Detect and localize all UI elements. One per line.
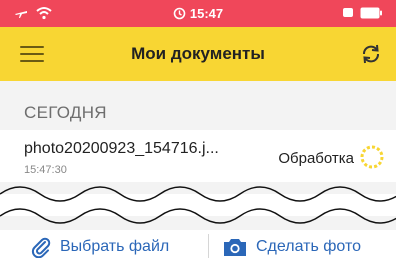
alarm-clock-icon xyxy=(173,7,186,20)
document-name: photo20200923_154716.j... xyxy=(24,140,219,157)
take-photo-button[interactable]: Сделать фото xyxy=(222,236,361,258)
pick-file-button[interactable]: Выбрать файл xyxy=(30,236,169,258)
bottom-toolbar: Выбрать файл Сделать фото xyxy=(0,230,396,261)
status-right xyxy=(342,6,382,19)
paperclip-icon xyxy=(31,237,51,258)
app-header: Мои документы xyxy=(0,27,396,81)
pick-file-label: Выбрать файл xyxy=(60,238,170,255)
sync-icon xyxy=(363,44,379,64)
list-item[interactable]: photo20200923_154716.j... 15:47:30 Обраб… xyxy=(0,130,396,182)
take-photo-label: Сделать фото xyxy=(256,238,362,255)
camera-icon xyxy=(224,239,246,256)
section-header-today: СЕГОДНЯ xyxy=(24,103,107,122)
notification-icon xyxy=(343,8,353,17)
page-title: Мои документы xyxy=(131,44,265,63)
toolbar-divider xyxy=(208,234,209,258)
loading-spinner-icon xyxy=(360,145,384,169)
status-bar: 15:47 xyxy=(0,0,396,27)
document-status: Обработка xyxy=(278,150,354,167)
sync-button[interactable] xyxy=(358,41,384,67)
wavy-line-top xyxy=(0,186,396,224)
wavy-divider xyxy=(0,182,396,232)
status-time: 15:47 xyxy=(189,6,224,21)
screen: 15:47 Мои документы СЕГОДНЯ photo2020092… xyxy=(0,0,396,261)
document-time: 15:47:30 xyxy=(24,164,67,176)
battery-icon xyxy=(360,7,382,18)
status-time-wrap: 15:47 xyxy=(0,6,396,21)
